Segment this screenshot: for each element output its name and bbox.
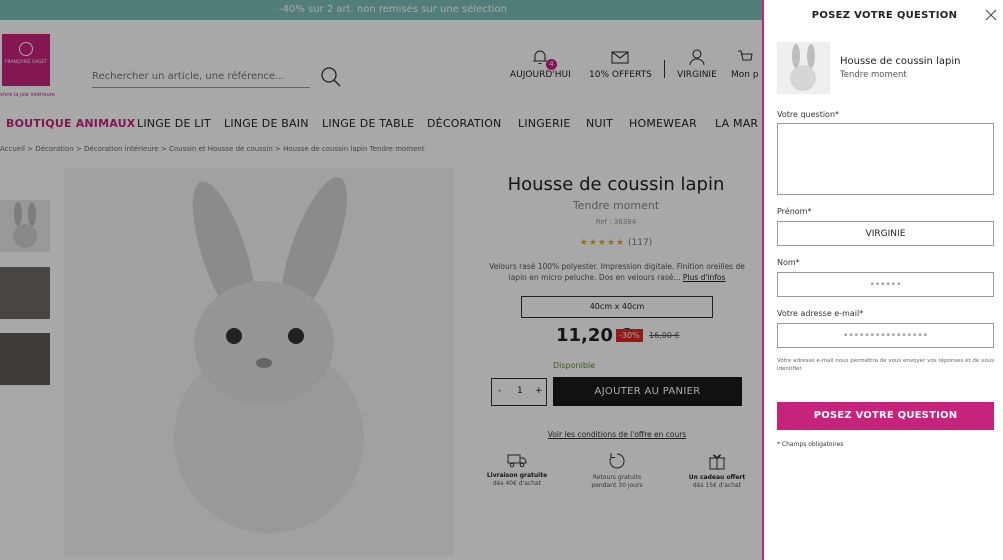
email-field[interactable] [777,323,994,348]
firstname-field[interactable] [777,221,994,246]
question-textarea[interactable] [777,123,994,195]
question-label: Votre question* [777,110,840,119]
email-label: Votre adresse e-mail* [777,309,864,318]
modal-product-name: Housse de coussin lapin [840,56,961,67]
email-note: Votre adresse e-mail nous permettra de v… [777,358,995,372]
required-fields-note: * Champs obligatoires [777,441,844,448]
modal-title: POSEZ VOTRE QUESTION [811,10,958,21]
submit-question-button[interactable]: POSEZ VOTRE QUESTION [777,402,994,430]
modal-product-subtitle: Tendre moment [840,70,907,80]
close-icon[interactable] [984,8,998,22]
firstname-label: Prénom* [777,207,812,216]
ask-question-panel: POSEZ VOTRE QUESTION Housse de coussin l… [762,0,1003,560]
modal-product-thumbnail [777,42,830,94]
lastname-field[interactable] [777,272,994,297]
lastname-label: Nom* [777,258,800,267]
rabbit-modal-image [777,42,830,94]
modal-backdrop[interactable] [0,0,762,560]
